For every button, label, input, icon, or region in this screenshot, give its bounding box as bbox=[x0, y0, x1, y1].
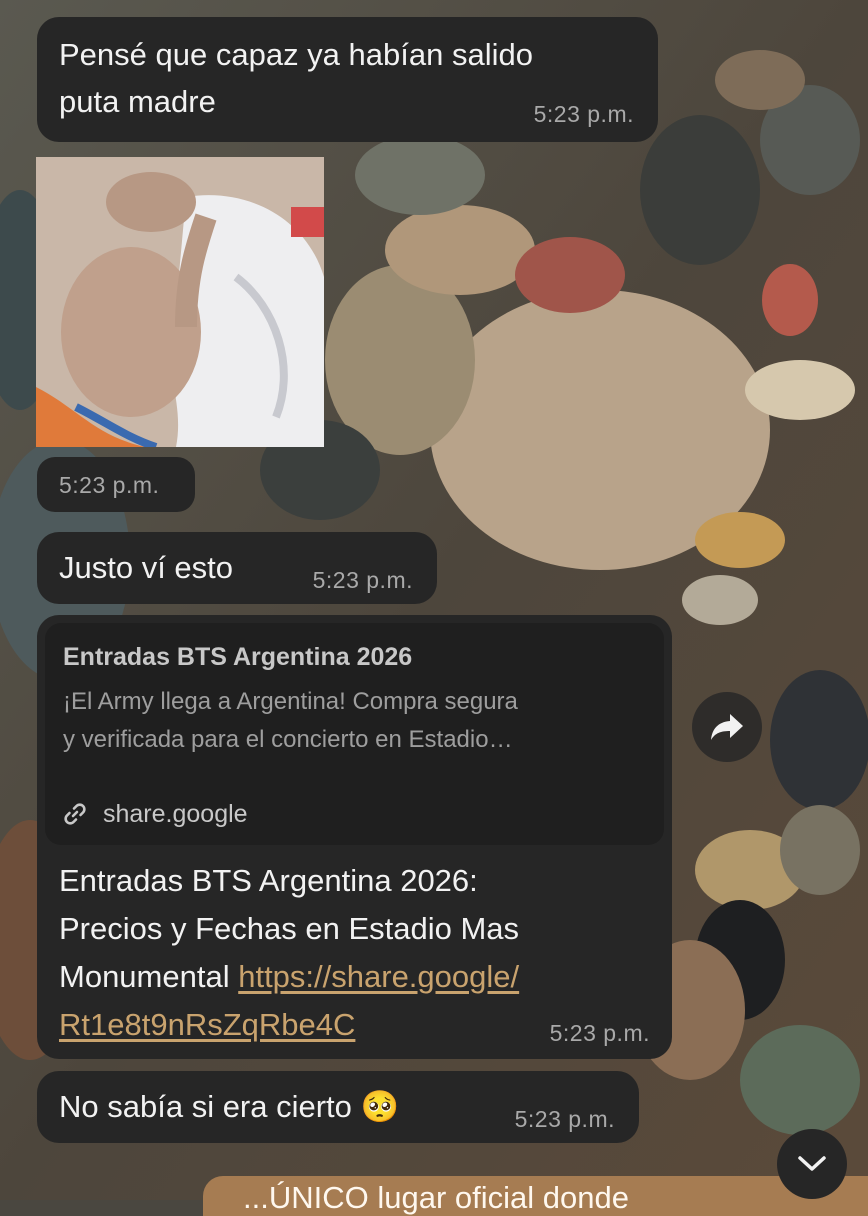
message-line: Entradas BTS Argentina 2026: bbox=[59, 863, 478, 898]
message-timestamp: 5:23 p.m. bbox=[533, 101, 634, 127]
message-line: Pensé que capaz ya habían salido bbox=[59, 37, 533, 72]
message-text-span: Monumental bbox=[59, 959, 230, 994]
message-text: No sabía si era cierto 🥺 bbox=[59, 1083, 399, 1130]
message-timestamp: 5:23 p.m. bbox=[549, 1020, 650, 1046]
message-bubble-incoming[interactable]: Pensé que capaz ya habían salido puta ma… bbox=[37, 17, 658, 142]
message-bubble-link[interactable]: Entradas BTS Argentina 2026 ¡El Army lle… bbox=[37, 615, 672, 1059]
message-line: Precios y Fechas en Estadio Mas bbox=[59, 911, 520, 946]
message-link[interactable]: https://share.google/ bbox=[238, 959, 519, 994]
scroll-to-bottom-button[interactable] bbox=[777, 1129, 847, 1199]
link-icon bbox=[64, 803, 86, 825]
message-bubble-incoming[interactable]: No sabía si era cierto 🥺 5:23 p.m. bbox=[37, 1071, 639, 1143]
image-message[interactable] bbox=[36, 157, 324, 447]
message-timestamp: 5:23 p.m. bbox=[312, 567, 413, 593]
forward-arrow-icon bbox=[711, 714, 743, 740]
message-bubble-outgoing[interactable]: ...ÚNICO lugar oficial donde bbox=[203, 1176, 868, 1216]
message-text-span: No sabía si era cierto bbox=[59, 1089, 352, 1124]
description-line: y verificada para el concierto en Estadi… bbox=[63, 726, 513, 753]
image-timestamp-pill: 5:23 p.m. bbox=[37, 457, 195, 512]
chevron-down-icon bbox=[798, 1156, 826, 1171]
message-link[interactable]: Rt1e8t9nRsZqRbe4C bbox=[59, 1007, 355, 1042]
monkey-photo bbox=[36, 157, 324, 447]
link-preview-title: Entradas BTS Argentina 2026 bbox=[63, 643, 413, 671]
message-line: Monumental https://share.google/ bbox=[59, 953, 659, 1001]
message-timestamp: 5:23 p.m. bbox=[514, 1106, 615, 1132]
message-text: ...ÚNICO lugar oficial donde bbox=[243, 1180, 629, 1215]
message-text: Justo ví esto bbox=[59, 550, 234, 585]
forward-button[interactable] bbox=[692, 692, 762, 762]
pleading-face-emoji: 🥺 bbox=[360, 1089, 400, 1124]
link-preview-description: ¡El Army llega a Argentina! Compra segur… bbox=[63, 683, 653, 759]
description-line: ¡El Army llega a Argentina! Compra segur… bbox=[63, 688, 518, 715]
message-bubble-incoming[interactable]: Justo ví esto 5:23 p.m. bbox=[37, 532, 437, 604]
message-timestamp: 5:23 p.m. bbox=[59, 472, 160, 498]
link-preview-domain: share.google bbox=[103, 799, 248, 828]
link-preview-card[interactable]: Entradas BTS Argentina 2026 ¡El Army lle… bbox=[45, 623, 664, 845]
link-preview-domain-row: share.google bbox=[63, 797, 248, 831]
